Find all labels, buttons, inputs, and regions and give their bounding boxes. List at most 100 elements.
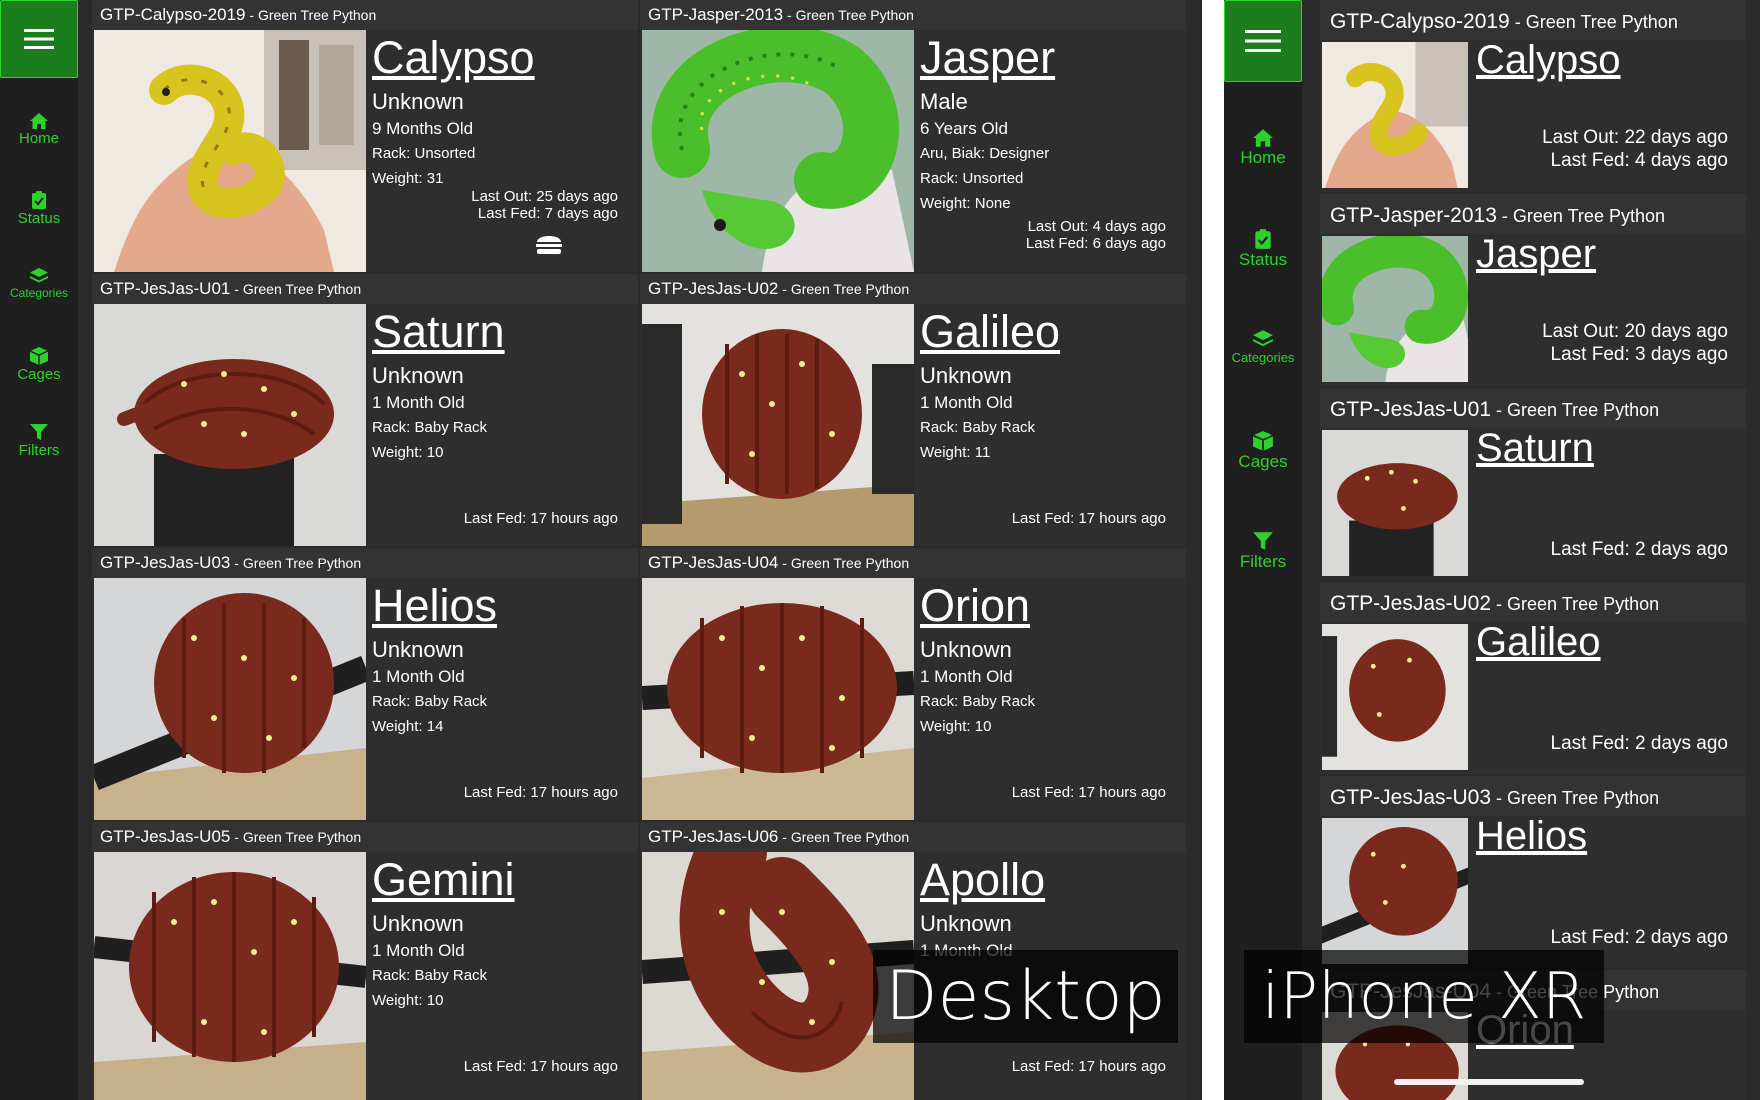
animal-card[interactable]: GTP-JesJas-U01 - Green Tree Python Satur…	[1320, 388, 1746, 580]
animal-photo[interactable]	[94, 578, 366, 820]
nav-cages-label: Cages	[17, 366, 61, 383]
animal-weight: Weight: 14	[372, 718, 444, 735]
animal-name-link[interactable]: Orion	[920, 578, 1030, 634]
nav-cages[interactable]: Cages	[1224, 430, 1302, 472]
animal-sex: Male	[920, 89, 968, 114]
animal-species: - Green Tree Python	[1509, 12, 1678, 32]
card-header: GTP-JesJas-U06 - Green Tree Python	[640, 822, 1186, 852]
layers-icon	[30, 268, 48, 283]
animal-times: Last Out: 25 days ago Last Fed: 7 days a…	[471, 188, 618, 222]
animal-times: Last Out: 4 days ago Last Fed: 6 days ag…	[1026, 218, 1166, 252]
nav-home[interactable]: Home	[1224, 128, 1302, 168]
animal-age: 6 Years Old	[920, 119, 1008, 138]
nav-home-label: Home	[1240, 148, 1286, 167]
animal-photo[interactable]	[1322, 236, 1468, 382]
animal-age: 1 Month Old	[372, 393, 465, 412]
animal-sex: Unknown	[372, 89, 464, 114]
animal-photo[interactable]	[94, 852, 366, 1100]
animal-card[interactable]: GTP-JesJas-U05 - Green Tree Python Gemin…	[92, 822, 638, 1100]
animal-card[interactable]: GTP-JesJas-U02 - Green Tree Python Galil…	[1320, 582, 1746, 774]
animal-name-link[interactable]: Calypso	[372, 30, 535, 86]
animal-name-link[interactable]: Helios	[372, 578, 497, 634]
nav-status-label: Status	[1238, 250, 1288, 269]
nav-status[interactable]: Status	[1224, 228, 1302, 270]
nav-home[interactable]: Home	[0, 112, 78, 147]
animal-id: GTP-Jasper-2013	[648, 5, 784, 24]
animal-card[interactable]: GTP-JesJas-U03 - Green Tree Python Helio…	[1320, 776, 1746, 968]
animal-age: 1 Month Old	[372, 667, 465, 686]
animal-name-link[interactable]: Galileo	[1476, 618, 1601, 666]
animal-name-link[interactable]: Calypso	[1476, 36, 1621, 84]
animal-name-link[interactable]: Galileo	[920, 304, 1060, 360]
animal-info: Unknown 9 Months Old Rack: Unsorted Weig…	[372, 88, 475, 191]
animal-name-link[interactable]: Apollo	[920, 852, 1045, 908]
nav-cages-label: Cages	[1238, 452, 1288, 471]
animal-weight: Weight: 10	[372, 992, 444, 1009]
animal-weight: Weight: 31	[372, 170, 444, 187]
animal-locality: Aru, Biak: Designer	[920, 145, 1050, 162]
animal-card[interactable]: GTP-Calypso-2019 - Green Tree Python Cal…	[1320, 0, 1746, 192]
animal-times: Last Fed: 17 hours ago	[1012, 1058, 1166, 1075]
animal-name-link[interactable]: Jasper	[1476, 230, 1596, 278]
animal-times: Last Fed: 17 hours ago	[1012, 784, 1166, 801]
animal-id: GTP-Jasper-2013	[1330, 204, 1497, 227]
animal-photo[interactable]	[94, 304, 366, 546]
animal-photo[interactable]	[1322, 624, 1468, 770]
animal-id: GTP-JesJas-U04	[648, 553, 779, 572]
menu-button[interactable]	[0, 0, 78, 78]
nav-status[interactable]: Status	[0, 190, 78, 227]
home-icon	[1253, 129, 1273, 147]
animal-sex: Unknown	[920, 363, 1012, 388]
nav-filters[interactable]: Filters	[0, 422, 78, 459]
animal-name-link[interactable]: Helios	[1476, 812, 1587, 860]
animal-species: - Green Tree Python	[1491, 788, 1660, 808]
animal-card[interactable]: GTP-JesJas-U04 - Green Tree Python Orion…	[640, 548, 1186, 820]
hamburger-food-icon[interactable]	[535, 232, 563, 256]
animal-weight: Weight: None	[920, 195, 1011, 212]
animal-id: GTP-JesJas-U02	[1330, 592, 1492, 615]
animal-name-link[interactable]: Saturn	[372, 304, 505, 360]
animal-sex: Unknown	[372, 363, 464, 388]
animal-card[interactable]: GTP-JesJas-U03 - Green Tree Python Helio…	[92, 548, 638, 820]
animal-photo[interactable]	[642, 304, 914, 546]
animal-card[interactable]: GTP-JesJas-U02 - Green Tree Python Galil…	[640, 274, 1186, 546]
animal-card[interactable]: GTP-Calypso-2019 - Green Tree Python Cal…	[92, 0, 638, 272]
animal-age: 9 Months Old	[372, 119, 474, 138]
home-indicator[interactable]	[1394, 1079, 1584, 1085]
desktop-sidebar: Home Status Categories Cages Filters	[0, 0, 78, 1100]
card-header: GTP-Calypso-2019 - Green Tree Python	[92, 0, 638, 30]
filter-icon	[1253, 532, 1273, 550]
animal-card[interactable]: GTP-Jasper-2013 - Green Tree Python Jasp…	[640, 0, 1186, 272]
card-header: GTP-Jasper-2013 - Green Tree Python	[640, 0, 1186, 30]
nav-cages[interactable]: Cages	[0, 346, 78, 383]
nav-filters[interactable]: Filters	[1224, 530, 1302, 572]
animal-card[interactable]: GTP-JesJas-U01 - Green Tree Python Satur…	[92, 274, 638, 546]
nav-categories[interactable]: Categories	[1224, 328, 1302, 365]
animal-photo[interactable]	[642, 578, 914, 820]
last-fed: Last Fed: 3 days ago	[1550, 344, 1728, 365]
animal-card[interactable]: GTP-Jasper-2013 - Green Tree Python Jasp…	[1320, 194, 1746, 386]
animal-age: 1 Month Old	[920, 393, 1013, 412]
card-header: GTP-JesJas-U03 - Green Tree Python	[1320, 776, 1746, 816]
animal-photo[interactable]	[1322, 430, 1468, 576]
last-out: Last Out: 4 days ago	[1027, 218, 1166, 235]
animal-name-link[interactable]: Saturn	[1476, 424, 1594, 472]
animal-photo[interactable]	[1322, 818, 1468, 964]
animal-species: - Green Tree Python	[230, 555, 362, 571]
animal-photo[interactable]	[642, 30, 914, 272]
animal-info: Unknown 1 Month Old Rack: Baby Rack Weig…	[920, 636, 1035, 739]
animal-name-link[interactable]: Gemini	[372, 852, 515, 908]
animal-photo[interactable]	[1322, 42, 1468, 188]
home-icon	[30, 113, 48, 129]
animal-species: - Green Tree Python	[230, 829, 362, 845]
animal-photo[interactable]	[94, 30, 366, 272]
mobile-screenshot: Home Status Categories Cages Filters GTP…	[1224, 0, 1760, 1100]
animal-times: Last Fed: 2 days ago	[1551, 538, 1728, 561]
animal-species: - Green Tree Python	[1491, 400, 1660, 420]
last-out: Last Out: 20 days ago	[1542, 321, 1728, 342]
nav-categories[interactable]: Categories	[0, 266, 78, 300]
last-fed: Last Fed: 17 hours ago	[463, 784, 618, 801]
animal-age: 1 Month Old	[920, 667, 1013, 686]
menu-button[interactable]	[1224, 0, 1302, 82]
animal-name-link[interactable]: Jasper	[920, 30, 1055, 86]
